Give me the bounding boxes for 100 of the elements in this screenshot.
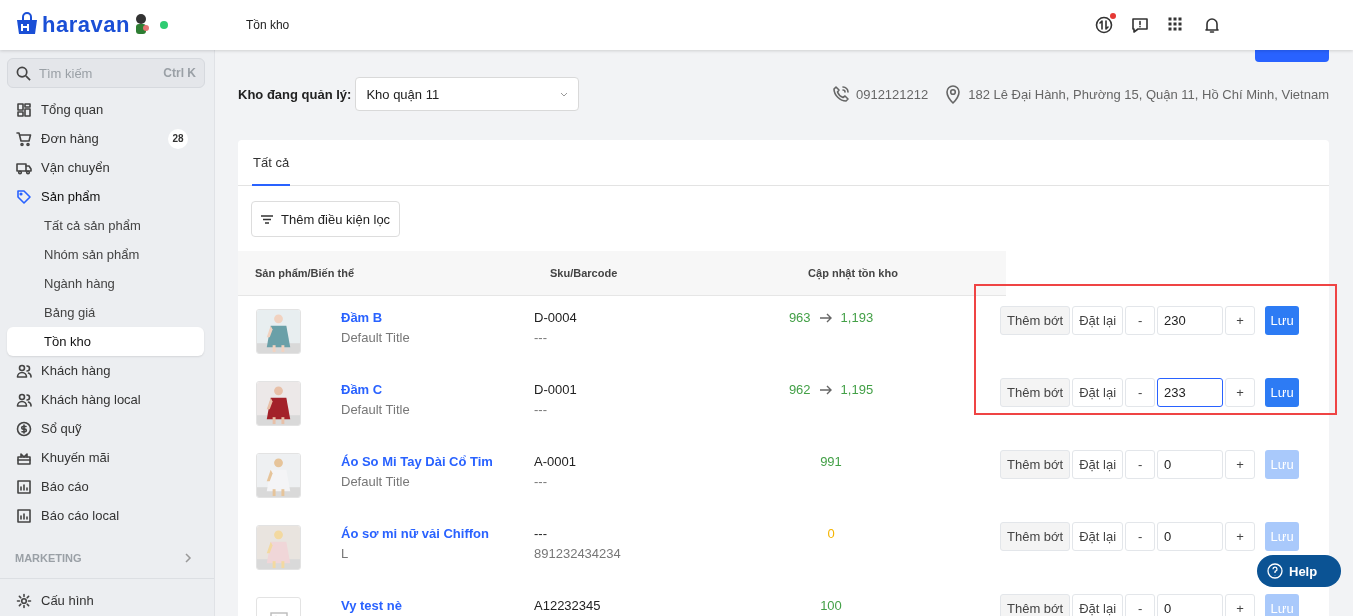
- logo-text[interactable]: haravan: [42, 12, 130, 38]
- column-header: Sản phẩm/Biến thể: [254, 267, 356, 279]
- increase-button[interactable]: +: [1225, 450, 1256, 479]
- sku-text: D-0001: [534, 382, 578, 397]
- mode-button[interactable]: Thêm bớt: [1000, 594, 1071, 616]
- sidebar-subitem[interactable]: Nhóm sản phẩm: [7, 240, 204, 269]
- sidebar-subitem[interactable]: Ngành hàng: [7, 269, 204, 298]
- decrease-button[interactable]: -: [1125, 306, 1156, 335]
- decrease-button[interactable]: -: [1125, 450, 1156, 479]
- quantity-field[interactable]: 0: [1157, 522, 1224, 551]
- field-label: Kho đang quản lý:: [238, 86, 352, 102]
- dollar-coin-icon: [16, 420, 32, 437]
- address-text: 182 Lê Đại Hành, Phường 15, Quận 11, Hồ Chí Minh, Vietnam: [968, 86, 1329, 102]
- barcode-text: ---: [534, 474, 548, 489]
- column-header: Cập nhật tồn kho: [807, 267, 899, 279]
- users-icon: [16, 391, 32, 408]
- section-label: MARKETING: [15, 552, 82, 564]
- arrow-right-icon: [818, 384, 833, 395]
- settings-icon: [16, 592, 32, 609]
- barcode-text: 891232434234: [534, 546, 622, 561]
- tab[interactable]: Tất cả: [252, 141, 291, 186]
- help-icon: [1267, 563, 1283, 579]
- column-header: Sku/Barcode: [549, 267, 619, 279]
- bell-icon[interactable]: [1203, 16, 1221, 34]
- mode-button[interactable]: Thêm bớt: [1000, 306, 1071, 335]
- bar-chart-icon: [16, 507, 32, 524]
- phone-icon: [831, 85, 850, 103]
- quantity-field[interactable]: 0: [1157, 450, 1224, 479]
- tag-icon: [16, 188, 32, 205]
- increase-button[interactable]: +: [1225, 306, 1256, 335]
- sidebar-subitem[interactable]: Bảng giá: [7, 298, 204, 327]
- shortcut-hint: Ctrl K: [163, 66, 196, 80]
- filter-icon: [261, 214, 273, 224]
- feedback-icon[interactable]: [1131, 16, 1149, 34]
- mode-button[interactable]: Thêm bớt: [1000, 378, 1071, 407]
- decrease-button[interactable]: -: [1125, 522, 1156, 551]
- save-button[interactable]: Lưu: [1265, 306, 1300, 335]
- count-badge: 28: [168, 128, 188, 149]
- search-icon: [16, 65, 31, 81]
- search-input[interactable]: Tìm kiếm: [39, 65, 156, 81]
- mode-button[interactable]: Đặt lại: [1072, 522, 1124, 551]
- sync-icon[interactable]: [1095, 16, 1113, 34]
- sidebar-item[interactable]: Khách hàng: [0, 356, 204, 385]
- increase-button[interactable]: +: [1225, 594, 1256, 616]
- sidebar-item[interactable]: Sản phẩm: [0, 182, 204, 211]
- sidebar-item[interactable]: Báo cáo: [0, 472, 204, 501]
- dashboard-icon: [16, 101, 32, 118]
- decrease-button[interactable]: -: [1125, 594, 1156, 616]
- sidebar-subitem[interactable]: Tồn kho: [7, 327, 204, 356]
- quantity-field[interactable]: 233: [1157, 378, 1224, 407]
- variant-text: Default Title: [341, 330, 410, 345]
- stock-value: 991: [820, 454, 842, 469]
- sidebar-item[interactable]: Vận chuyển: [0, 153, 204, 182]
- stock-value: 100: [820, 598, 842, 613]
- chevron-down-icon: [560, 91, 569, 97]
- product-link[interactable]: Vy test nè: [341, 598, 402, 613]
- sidebar-item[interactable]: Khách hàng local: [0, 385, 204, 414]
- barcode-text: ---: [534, 402, 548, 417]
- filter-button[interactable]: Thêm điều kiện lọc: [251, 201, 401, 237]
- decrease-button[interactable]: -: [1125, 378, 1156, 407]
- product-link[interactable]: Áo So Mi Tay Dài Cổ Tim: [341, 454, 493, 469]
- sidebar-item[interactable]: Đơn hàng 28: [0, 124, 204, 153]
- product-link[interactable]: Đầm B: [341, 310, 410, 325]
- apps-grid-icon[interactable]: [1167, 16, 1185, 34]
- quantity-field[interactable]: 0: [1157, 594, 1224, 616]
- sidebar-item[interactable]: Báo cáo local: [0, 501, 204, 530]
- arrow-right-icon: [818, 312, 833, 323]
- quantity-field[interactable]: 230: [1157, 306, 1224, 335]
- mode-button[interactable]: Đặt lại: [1072, 378, 1124, 407]
- location-pin-icon: [944, 84, 963, 104]
- variant-text: L: [341, 546, 350, 561]
- page-title: Tồn kho: [245, 18, 290, 32]
- increase-button[interactable]: +: [1225, 378, 1256, 407]
- warehouse-dropdown[interactable]: Kho quận 11: [355, 77, 580, 111]
- mode-button[interactable]: Đặt lại: [1072, 594, 1124, 616]
- cart-icon: [16, 130, 32, 147]
- sidebar-item[interactable]: Cấu hình: [0, 586, 204, 615]
- sku-text: D-0004: [534, 310, 578, 325]
- product-link[interactable]: Đầm C: [341, 382, 410, 397]
- product-link[interactable]: Áo sơ mi nữ vải Chiffon: [341, 526, 489, 541]
- sidebar-subitem[interactable]: Tất cả sản phẩm: [7, 211, 204, 240]
- bar-chart-icon: [16, 478, 32, 495]
- stock-value: 0: [827, 526, 835, 541]
- mode-button[interactable]: Đặt lại: [1072, 450, 1124, 479]
- help-button[interactable]: Help: [1257, 555, 1341, 587]
- mode-button[interactable]: Đặt lại: [1072, 306, 1124, 335]
- sidebar-item[interactable]: Tổng quan: [0, 95, 204, 124]
- sidebar-item[interactable]: Sổ quỹ: [0, 414, 204, 443]
- sku-text: A-0001: [534, 454, 577, 469]
- stock-value: 962: [788, 382, 811, 397]
- phone-text: 0912121212: [855, 86, 929, 102]
- variant-text: Default Title: [341, 402, 410, 417]
- increase-button[interactable]: +: [1225, 522, 1256, 551]
- sidebar-item[interactable]: Khuyến mãi: [0, 443, 204, 472]
- mode-button[interactable]: Thêm bớt: [1000, 450, 1071, 479]
- mode-button[interactable]: Thêm bớt: [1000, 522, 1071, 551]
- new-stock-value: 1,195: [840, 382, 874, 397]
- sku-text: A12232345: [534, 598, 602, 613]
- save-button[interactable]: Lưu: [1265, 378, 1300, 407]
- sku-text: ---: [534, 526, 548, 541]
